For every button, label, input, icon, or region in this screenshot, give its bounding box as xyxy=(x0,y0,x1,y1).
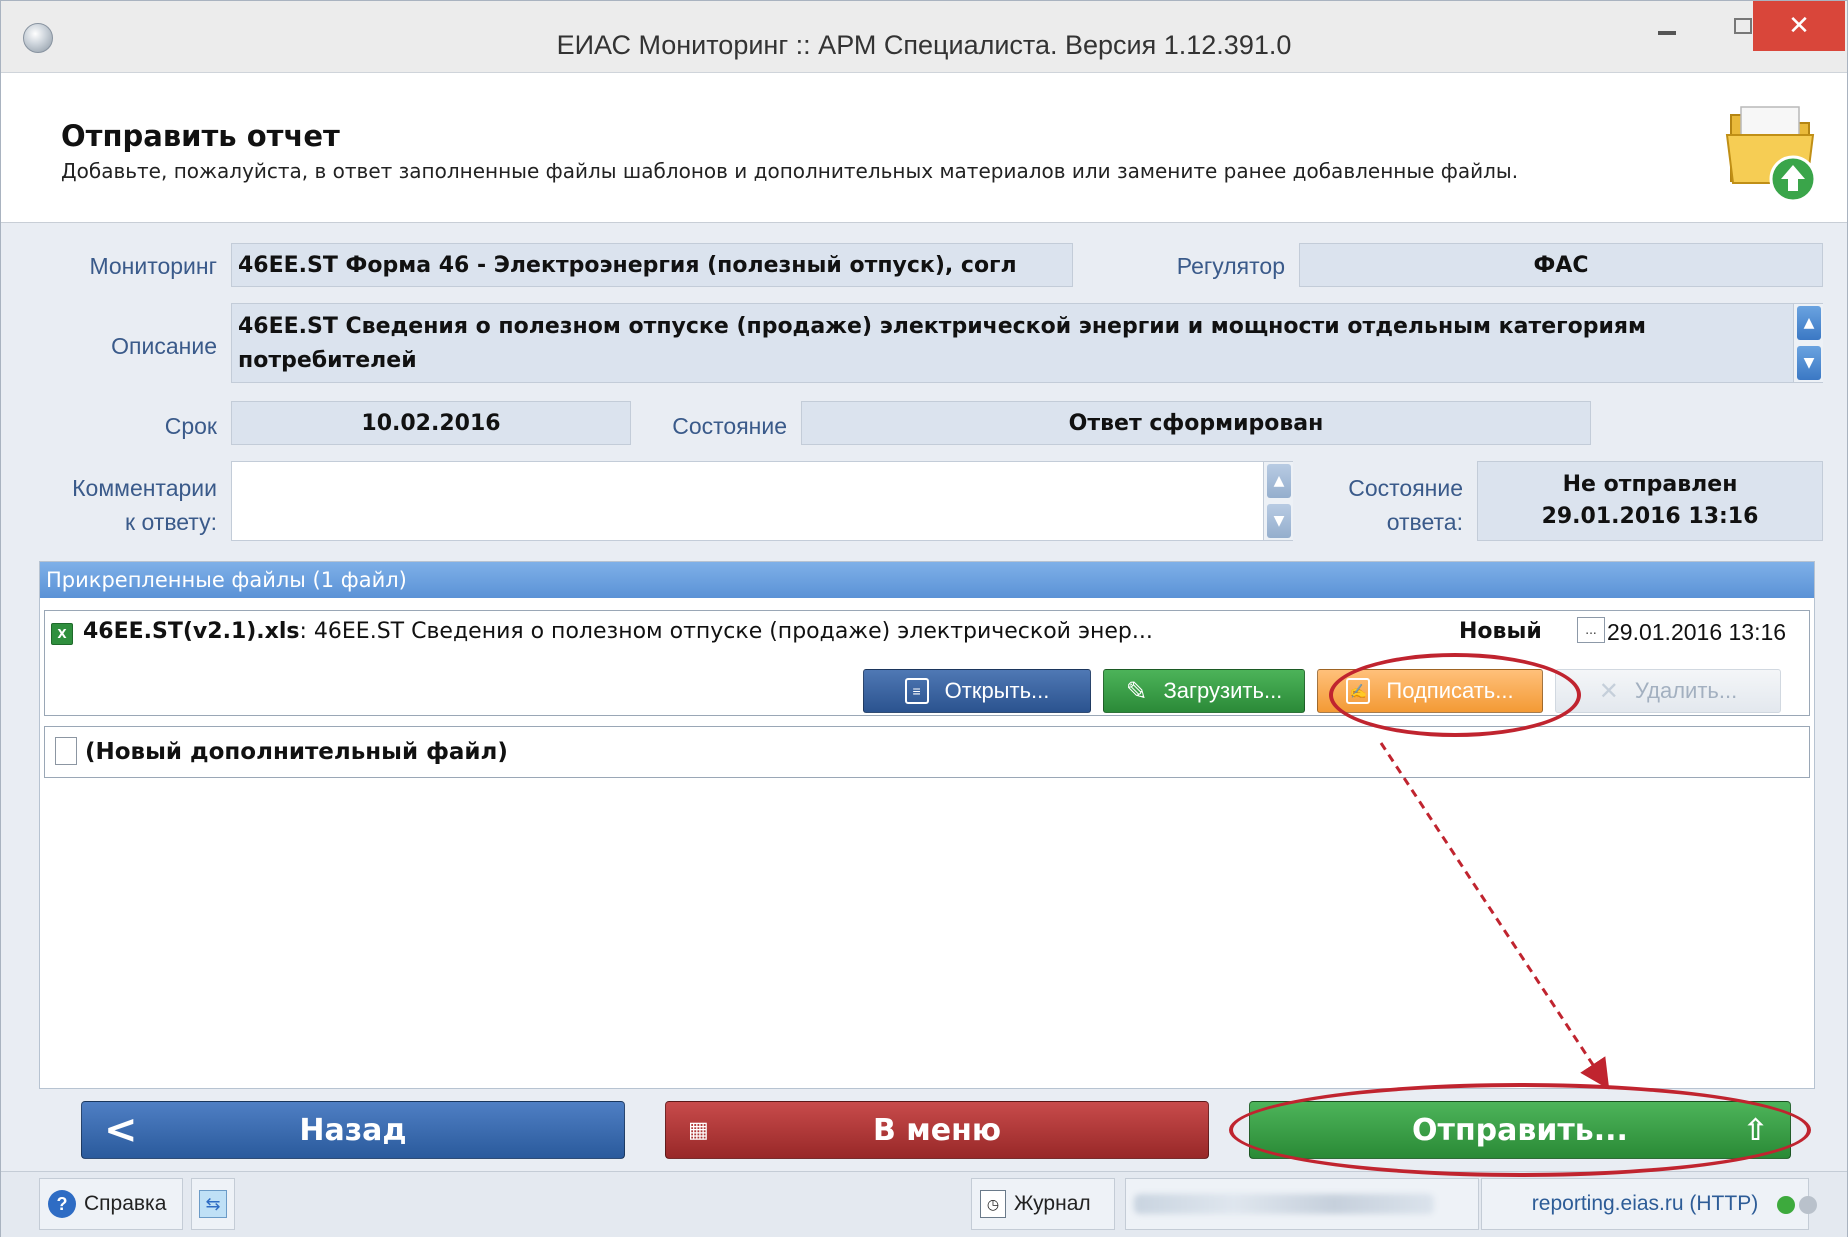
header-panel: Отправить отчет Добавьте, пожалуйста, в … xyxy=(1,73,1847,223)
state-field: Ответ сформирован xyxy=(801,401,1591,445)
sign-pen-icon: ✍ xyxy=(1346,678,1371,704)
file-name-line: 46EE.ST(v2.1).xls: 46EE.ST Сведения о по… xyxy=(83,619,1153,644)
status-offline-icon xyxy=(1799,1196,1817,1214)
page-subtitle: Добавьте, пожалуйста, в ответ заполненны… xyxy=(61,159,1519,183)
excel-file-icon: X xyxy=(51,623,73,645)
minimize-icon xyxy=(1658,31,1676,35)
comments-textarea[interactable] xyxy=(231,461,1293,541)
description-field: 46EE.ST Сведения о полезном отпуске (про… xyxy=(231,303,1823,383)
open-file-button[interactable]: ≡ Открыть... xyxy=(863,669,1091,713)
back-button[interactable]: < Назад xyxy=(81,1101,625,1159)
journal-label: Журнал xyxy=(1014,1192,1091,1215)
new-additional-file-row[interactable]: (Новый дополнительный файл) xyxy=(44,726,1810,778)
answer-state-field: Не отправлен 29.01.2016 13:16 xyxy=(1477,461,1823,541)
answer-state-date: 29.01.2016 13:16 xyxy=(1541,504,1759,529)
document-icon: ≡ xyxy=(904,678,929,704)
comments-label-line2: к ответу: xyxy=(125,509,217,535)
regulator-field: ФАС xyxy=(1299,243,1823,287)
regulator-label: Регулятор xyxy=(1176,253,1285,279)
sync-button[interactable]: ⇆ xyxy=(191,1178,235,1230)
answer-state-value: Не отправлен xyxy=(1562,472,1738,497)
state-label: Состояние xyxy=(672,413,787,439)
back-label: Назад xyxy=(299,1112,407,1148)
new-additional-file-label: (Новый дополнительный файл) xyxy=(85,739,508,765)
blurred-user-text xyxy=(1134,1194,1434,1214)
upload-file-button[interactable]: ✎ Загрузить... xyxy=(1103,669,1305,713)
scroll-down-icon[interactable]: ▼ xyxy=(1797,346,1821,380)
deadline-field: 10.02.2016 xyxy=(231,401,631,445)
app-window: ЕИАС Мониторинг :: АРМ Специалиста. Верс… xyxy=(0,0,1848,1237)
journal-clock-icon: ◷ xyxy=(980,1190,1006,1218)
window-title: ЕИАС Мониторинг :: АРМ Специалиста. Верс… xyxy=(556,30,1292,60)
maximize-icon xyxy=(1734,18,1752,34)
sync-icon: ⇆ xyxy=(199,1190,227,1218)
delete-file-button[interactable]: ✕ Удалить... xyxy=(1555,669,1781,713)
monitoring-label: Мониторинг xyxy=(89,253,217,279)
description-text: 46EE.ST Сведения о полезном отпуске (про… xyxy=(238,314,1647,373)
answer-state-label: Состояние ответа: xyxy=(1301,471,1463,539)
description-scrollbar[interactable]: ▲ ▼ xyxy=(1793,304,1823,382)
page-title: Отправить отчет xyxy=(61,119,340,153)
back-arrow-icon: < xyxy=(104,1107,138,1153)
minimize-button[interactable] xyxy=(1629,1,1705,51)
scroll-up-icon[interactable]: ▲ xyxy=(1797,306,1821,340)
file-signature-checkbox[interactable]: ... xyxy=(1577,617,1605,643)
help-label: Справка xyxy=(84,1192,167,1215)
paperclip-icon: ✎ xyxy=(1125,675,1148,706)
help-button[interactable]: ? Справка xyxy=(39,1178,183,1230)
close-button[interactable]: ✕ xyxy=(1753,1,1845,51)
menu-button[interactable]: ▦ В меню xyxy=(665,1101,1209,1159)
comments-label: Комментарии к ответу: xyxy=(41,471,217,539)
file-status: Новый xyxy=(1459,619,1542,644)
comments-label-line1: Комментарии xyxy=(72,475,217,501)
upload-file-label: Загрузить... xyxy=(1163,678,1283,703)
title-bar: ЕИАС Мониторинг :: АРМ Специалиста. Верс… xyxy=(1,1,1847,73)
status-bar: ? Справка ⇆ ◷ Журнал reporting.eias.ru (… xyxy=(1,1171,1847,1237)
send-label: Отправить... xyxy=(1412,1112,1628,1148)
delete-file-label: Удалить... xyxy=(1634,678,1738,703)
answer-state-label-line1: Состояние xyxy=(1348,475,1463,501)
attached-files-panel: Прикрепленные файлы (1 файл) X 46EE.ST(v… xyxy=(39,561,1815,1089)
monitoring-field: 46EE.ST Форма 46 - Электроэнергия (полез… xyxy=(231,243,1073,287)
answer-state-label-line2: ответа: xyxy=(1386,509,1463,535)
sign-file-label: Подписать... xyxy=(1386,678,1514,703)
server-cell: reporting.eias.ru (HTTP) xyxy=(1481,1178,1809,1230)
file-row[interactable]: X 46EE.ST(v2.1).xls: 46EE.ST Сведения о … xyxy=(44,610,1810,716)
scroll-up-icon[interactable]: ▲ xyxy=(1267,464,1291,498)
file-description: : 46EE.ST Сведения о полезном отпуске (п… xyxy=(299,619,1153,644)
file-name: 46EE.ST(v2.1).xls xyxy=(83,619,300,644)
upload-arrow-icon: ⇧ xyxy=(1742,1112,1768,1148)
server-label: reporting.eias.ru (HTTP) xyxy=(1531,1192,1759,1215)
grid-menu-icon: ▦ xyxy=(688,1117,710,1143)
user-info-cell xyxy=(1125,1178,1479,1230)
open-file-label: Открыть... xyxy=(944,678,1050,703)
folder-upload-icon xyxy=(1725,106,1817,203)
send-button[interactable]: Отправить... ⇧ xyxy=(1249,1101,1791,1159)
description-label: Описание xyxy=(111,333,217,359)
scroll-down-icon[interactable]: ▼ xyxy=(1267,504,1291,538)
deadline-label: Срок xyxy=(164,413,217,439)
help-icon: ? xyxy=(48,1190,76,1218)
delete-x-icon: ✕ xyxy=(1598,677,1619,705)
sign-file-button[interactable]: ✍ Подписать... xyxy=(1317,669,1543,713)
menu-label: В меню xyxy=(872,1112,1002,1148)
file-date: 29.01.2016 13:16 xyxy=(1607,619,1787,645)
blank-document-icon xyxy=(55,737,77,765)
close-icon: ✕ xyxy=(1788,11,1810,41)
comments-scrollbar[interactable]: ▲ ▼ xyxy=(1263,462,1293,540)
attached-files-header: Прикрепленные файлы (1 файл) xyxy=(40,562,1814,598)
journal-button[interactable]: ◷ Журнал xyxy=(971,1178,1115,1230)
status-online-icon xyxy=(1777,1196,1795,1214)
